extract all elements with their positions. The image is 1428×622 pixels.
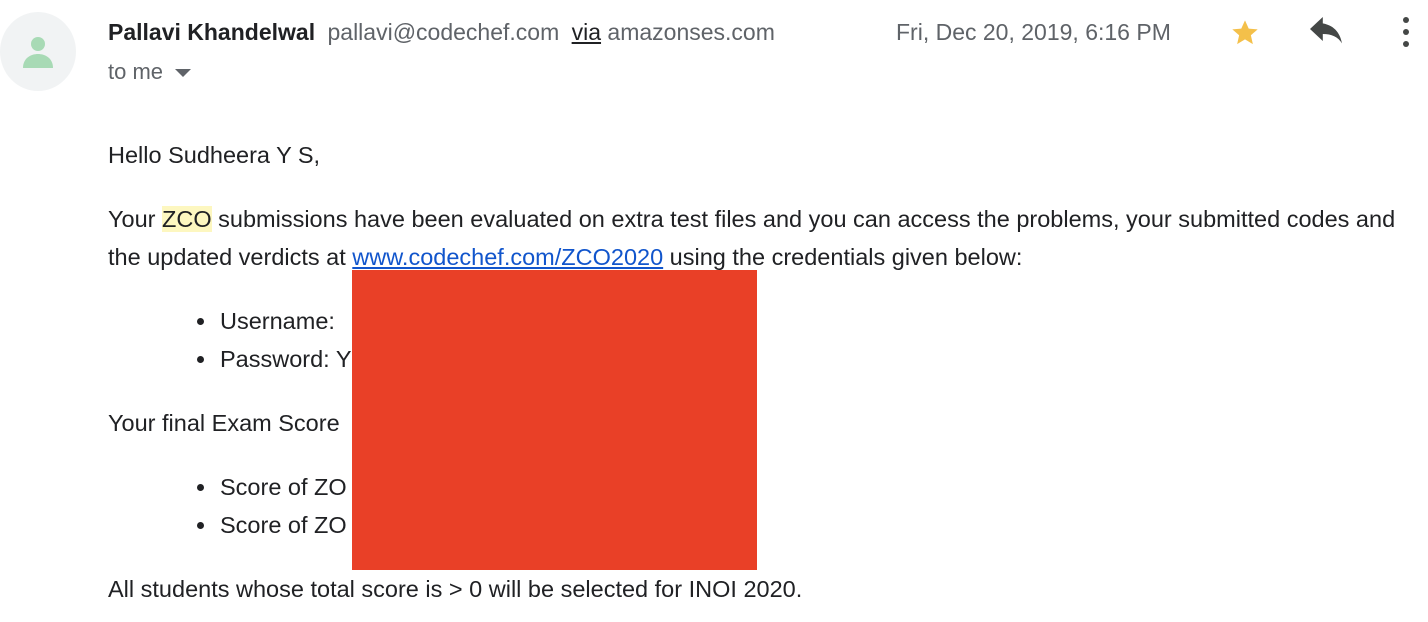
closing-paragraph: All students whose total score is > 0 wi… [108,576,803,602]
intro-text-end: using the credentials given below: [663,244,1023,270]
sender-avatar[interactable] [0,12,76,91]
star-icon [1232,20,1258,45]
caret-down-icon [175,69,192,77]
via-domain: amazonses.com [607,19,775,45]
email-body: Hello Sudheera Y S, Your ZCO submissions… [108,136,1418,608]
scores-list: Score of ZO Score of ZO [108,468,1418,544]
more-options-button[interactable] [1392,14,1420,50]
highlighted-term: ZCO [162,206,212,232]
recipient-toggle[interactable]: to me [108,56,192,88]
redaction-box [352,270,757,570]
paragraph-intro: Your ZCO submissions have been evaluated… [108,200,1418,276]
via-text: via amazonses.com [572,19,775,45]
sender-email: pallavi@codechef.com [327,19,560,45]
greeting: Hello Sudheera Y S, [108,142,321,168]
sender-line: Pallavi Khandelwal pallavi@codechef.com … [108,16,775,48]
reply-icon [1310,17,1342,44]
email-date: Fri, Dec 20, 2019, 6:16 PM [896,19,1171,45]
via-link[interactable]: via [572,19,601,45]
intro-text-start: Your [108,206,163,232]
more-vert-icon [1403,17,1409,47]
score-intro: Your final Exam Score [108,410,340,436]
recipient-label: to me [108,59,164,84]
sender-name[interactable]: Pallavi Khandelwal [108,19,315,45]
person-icon [23,36,53,68]
credentials-list: Username: Password: Y [108,302,1418,378]
reply-button[interactable] [1306,17,1346,49]
contest-link[interactable]: www.codechef.com/ZCO2020 [352,244,663,270]
email-view: Pallavi Khandelwal pallavi@codechef.com … [0,0,1428,622]
star-button[interactable] [1228,17,1262,49]
